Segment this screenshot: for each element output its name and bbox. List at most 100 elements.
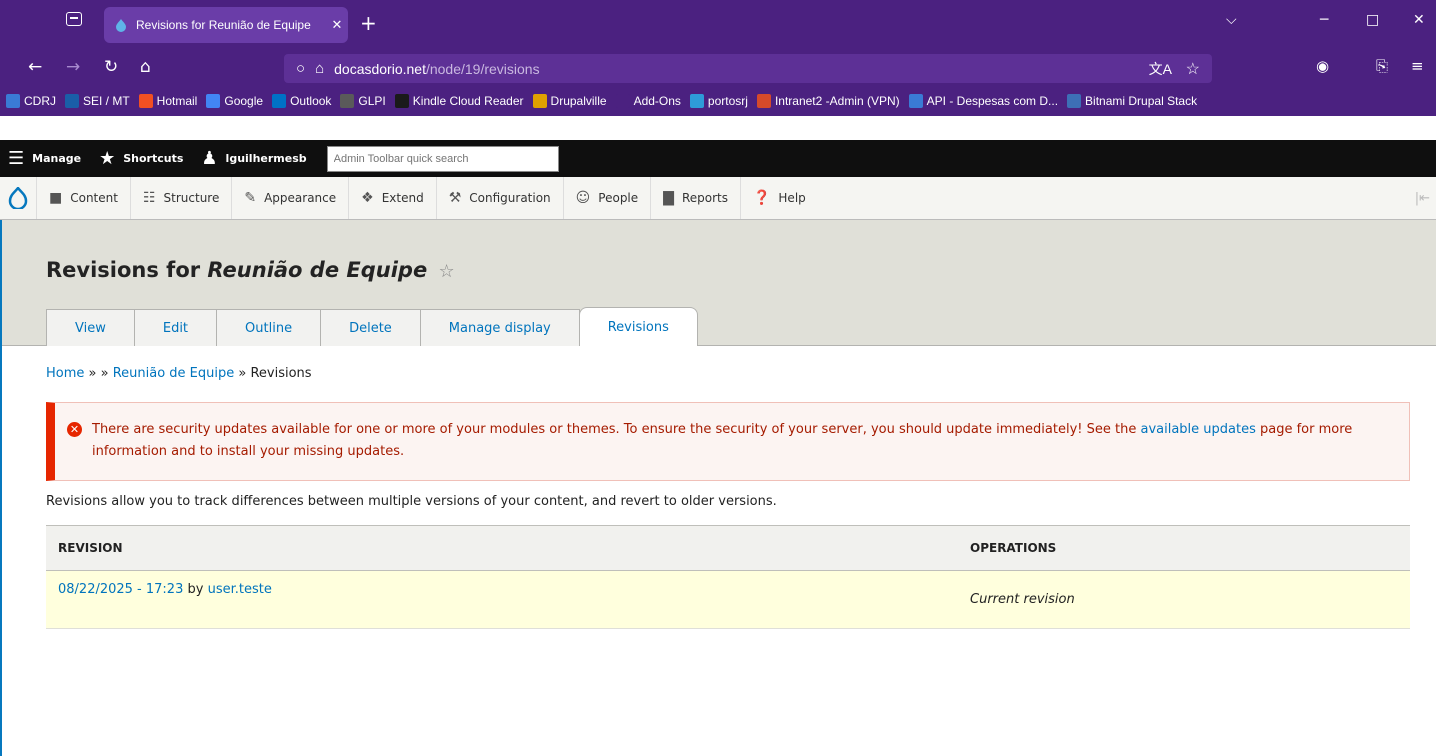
bookmark-label: SEI / MT [83,94,130,108]
lock-icon: ⌂ [315,60,325,77]
admin-menu-reports[interactable]: ▇ Reports [650,177,740,219]
extensions-icon[interactable]: ⎘ [1376,57,1388,75]
bookmark-item[interactable]: Bitnami Drupal Stack [1067,94,1197,108]
bookmark-item[interactable]: portosrj [689,94,748,108]
tab-list-icon[interactable] [66,12,82,26]
available-updates-link[interactable]: available updates [1140,422,1255,437]
breadcrumb-home[interactable]: Home [46,366,84,381]
admin-menu-people[interactable]: ☺ People [562,177,650,219]
bookmark-item[interactable]: Kindle Cloud Reader [394,94,524,108]
bookmark-label: portosrj [707,94,748,108]
admin-menu-configuration[interactable]: ⚒ Configuration [435,177,563,219]
user-icon: ♟ [201,148,218,169]
revision-by: by [183,582,208,597]
bookmark-label: Drupalville [550,94,607,108]
url-path: /node/19/revisions [425,60,540,77]
maximize-icon[interactable]: □ [1366,12,1379,28]
drupal-logo-icon[interactable] [0,177,36,219]
column-header-revision: REVISION [46,525,958,571]
bookmark-favicon-icon [532,94,547,108]
bookmark-label: Add-Ons [633,94,681,108]
breadcrumb-separator: » » [84,366,113,381]
drupal-favicon-icon [116,19,126,32]
tab-view[interactable]: View [46,309,135,346]
bookmark-favicon-icon [65,94,79,108]
bookmark-favicon-icon [394,94,409,108]
security-alert: ✕ There are security updates available f… [46,402,1410,481]
home-icon[interactable]: ⌂ [140,57,151,77]
admin-menu-extend[interactable]: ❖ Extend [348,177,436,219]
shortcuts-label: Shortcuts [123,152,184,165]
tab-manage-display[interactable]: Manage display [419,309,580,346]
extend-icon: ❖ [361,190,374,206]
window-edge [0,220,2,756]
bookmark-favicon-icon [6,94,20,108]
shortcut-star-icon[interactable]: ☆ [439,261,455,282]
account-icon[interactable]: ◉ [1316,57,1329,75]
bookmark-label: Bitnami Drupal Stack [1085,94,1198,108]
bookmark-favicon-icon [340,94,355,108]
revision-date-link[interactable]: 08/22/2025 - 17:23 [58,582,183,597]
title-node: Reunião de Equipe [207,258,428,282]
manage-label: Manage [32,152,82,165]
tab-outline[interactable]: Outline [216,309,322,346]
alert-text-before: There are security updates available for… [92,422,1141,437]
people-icon: ☺ [575,190,591,206]
tab-revisions[interactable]: Revisions [578,307,698,346]
user-label: lguilhermesb [225,152,307,165]
bookmark-label: Hotmail [156,94,198,108]
tab-edit[interactable]: Edit [133,309,218,346]
shortcuts-tab[interactable]: ★ Shortcuts [99,148,183,169]
close-window-icon[interactable]: ✕ [1413,12,1425,28]
revision-user-link[interactable]: user.teste [208,582,272,597]
page-header: Revisions for Reunião de Equipe ☆ View Ed… [0,220,1436,346]
admin-toolbar: ☰ Manage ★ Shortcuts ♟ lguilhermesb [0,140,1436,177]
revision-cell: 08/22/2025 - 17:23 by user.teste [46,570,958,629]
bookmark-item[interactable]: Google [206,94,263,108]
bookmark-item[interactable]: CDRJ [6,94,56,108]
bookmark-item[interactable]: Intranet2 -Admin (VPN) [756,94,900,108]
bookmark-favicon-icon [272,94,287,108]
table-row: 08/22/2025 - 17:23 by user.teste Current… [46,570,1410,629]
url-bar[interactable]: ○ ⌂ docasdorio.net/node/19/revisions 文A … [284,54,1212,83]
admin-menu-appearance[interactable]: ✎ Appearance [231,177,348,219]
bookmark-star-icon[interactable]: ☆ [1186,59,1200,79]
admin-menu-label: Configuration [469,191,551,205]
bookmark-item[interactable]: GLPI [340,94,386,108]
page-title: Revisions for Reunião de Equipe ☆ [46,258,455,282]
close-tab-icon[interactable]: ✕ [326,17,348,33]
admin-menu-help[interactable]: ❓ Help [739,177,818,219]
breadcrumb-node[interactable]: Reunião de Equipe [113,366,235,381]
breadcrumb: Home » » Reunião de Equipe » Revisions [46,366,312,381]
bookmark-label: API - Despesas com D... [926,94,1059,108]
new-tab-button[interactable]: + [360,11,377,35]
translate-icon[interactable]: 文A [1149,59,1172,79]
admin-menu-content[interactable]: ■ Content [36,177,130,219]
menu-icon[interactable]: ≡ [1411,57,1424,75]
toolbar-search-input[interactable] [326,145,559,172]
user-tab[interactable]: ♟ lguilhermesb [201,148,306,169]
bookmark-item[interactable]: API - Despesas com D... [908,94,1059,108]
bookmark-label: CDRJ [24,94,56,108]
configuration-icon: ⚒ [448,190,462,206]
manage-tab[interactable]: ☰ Manage [8,148,81,169]
browser-tab[interactable]: Revisions for Reunião de Equipe ✕ [104,7,348,43]
tab-delete[interactable]: Delete [320,309,421,346]
bookmark-label: Kindle Cloud Reader [412,94,524,108]
bookmark-label: Intranet2 -Admin (VPN) [774,94,900,108]
bookmark-item[interactable]: Add-Ons [615,94,681,108]
bookmark-item[interactable]: Drupalville [532,94,607,108]
minimize-icon[interactable]: ─ [1320,12,1328,28]
back-icon[interactable]: ← [28,57,42,77]
operations-cell: Current revision [958,570,1410,629]
collapse-icon[interactable]: |⇤ [1415,191,1430,206]
bookmark-item[interactable]: Hotmail [138,94,198,108]
revisions-table: REVISION OPERATIONS 08/22/2025 - 17:23 b… [46,525,1410,629]
bookmark-item[interactable]: Outlook [272,94,331,108]
admin-menu-structure[interactable]: ☷ Structure [129,177,231,219]
reload-icon[interactable]: ↻ [104,57,118,77]
bookmark-favicon-icon [138,94,153,108]
chevron-down-icon[interactable]: ⌵ [1226,12,1237,28]
bookmark-item[interactable]: SEI / MT [65,94,130,108]
forward-icon[interactable]: → [66,57,80,77]
